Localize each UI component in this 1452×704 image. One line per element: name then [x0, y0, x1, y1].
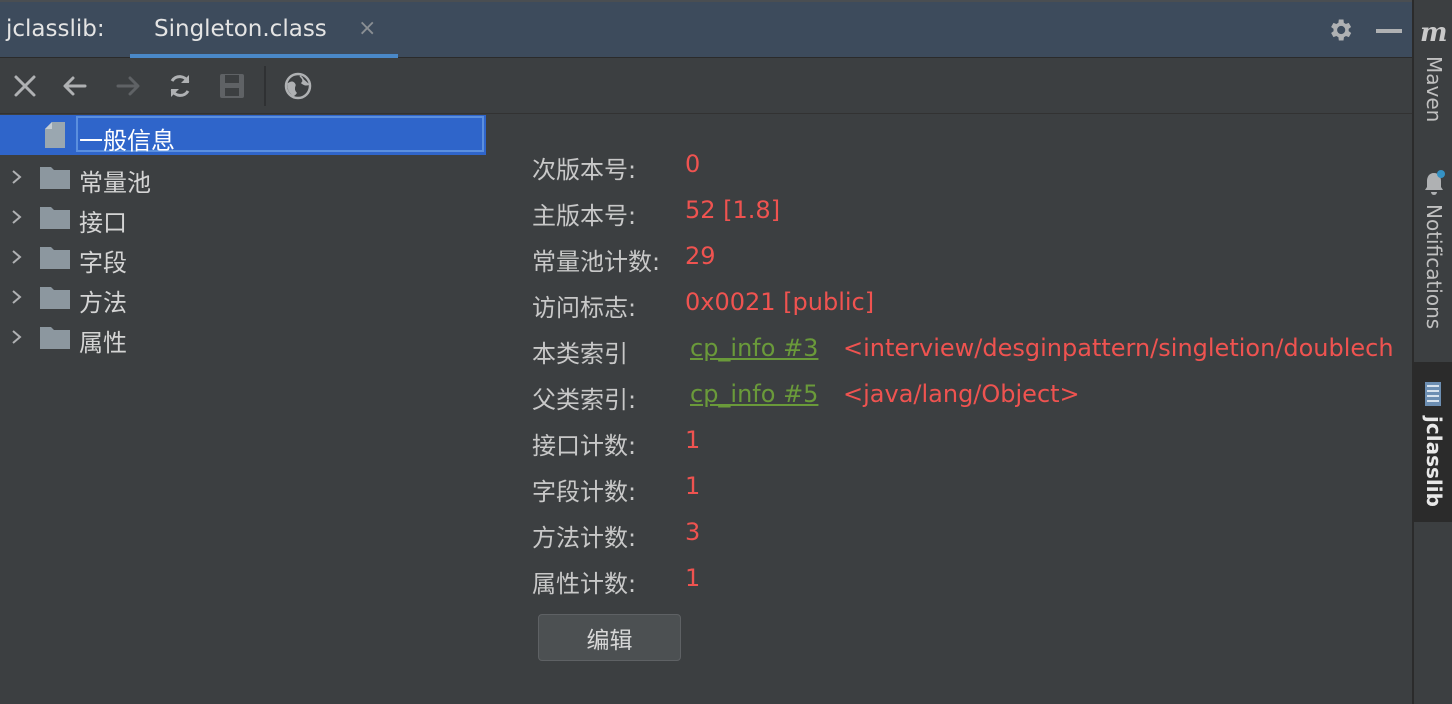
maven-icon: m: [1420, 18, 1448, 48]
fields-count-row: 字段计数: 1: [532, 464, 1412, 506]
field-label: 方法计数:: [532, 524, 637, 552]
forward-arrow-icon[interactable]: [113, 71, 143, 101]
chevron-right-icon[interactable]: [10, 289, 24, 305]
save-icon[interactable]: [217, 71, 247, 101]
toolbar-separator: [264, 66, 266, 106]
tree-item-general-info[interactable]: 一般信息: [0, 115, 490, 155]
notifications-label: Notifications: [1422, 204, 1446, 330]
tree-item-label: 接口: [79, 209, 127, 237]
tree-item-fields[interactable]: 字段: [0, 237, 490, 277]
jclasslib-label: jclasslib: [1422, 416, 1446, 507]
folder-icon: [40, 167, 70, 189]
tree-item-methods[interactable]: 方法: [0, 277, 490, 317]
minor-version-row: 次版本号: 0: [532, 142, 1412, 184]
tree-item-label: 方法: [79, 289, 127, 317]
tree-item-label: 属性: [79, 329, 127, 357]
field-value: 52 [1.8]: [685, 196, 781, 224]
tab-singleton-class[interactable]: Singleton.class ×: [130, 2, 398, 58]
minimize-icon[interactable]: [1376, 29, 1402, 33]
cp-info-link[interactable]: cp_info #3: [690, 334, 818, 362]
field-label: 字段计数:: [532, 478, 637, 506]
maven-tool-button[interactable]: m Maven: [1414, 0, 1452, 140]
field-value: 3: [685, 518, 701, 546]
tree-item-interfaces[interactable]: 接口: [0, 197, 490, 237]
field-label: 访问标志:: [532, 294, 637, 322]
tool-window-header: jclasslib: Singleton.class ×: [0, 0, 1412, 58]
tab-close-icon[interactable]: ×: [358, 16, 376, 41]
attributes-count-row: 属性计数: 1: [532, 556, 1412, 598]
folder-icon: [40, 287, 70, 309]
field-label: 常量池计数:: [532, 248, 661, 276]
interfaces-count-row: 接口计数: 1: [532, 418, 1412, 460]
field-value: 29: [685, 242, 716, 270]
jclasslib-icon: [1425, 382, 1441, 406]
tree-item-label: 一般信息: [79, 127, 175, 155]
super-class-row: 父类索引: cp_info #5 <java/lang/Object>: [532, 372, 1412, 414]
toolbar: [0, 58, 1412, 114]
field-label: 父类索引:: [532, 386, 637, 414]
notifications-tool-button[interactable]: Notifications: [1414, 160, 1452, 350]
file-icon: [45, 122, 65, 148]
maven-label: Maven: [1422, 56, 1446, 123]
field-label: 主版本号:: [532, 202, 637, 230]
close-icon[interactable]: [10, 71, 40, 101]
field-label: 本类索引: [532, 340, 628, 368]
tool-window-title: jclasslib:: [6, 16, 105, 42]
folder-icon: [40, 247, 70, 269]
back-arrow-icon[interactable]: [60, 71, 90, 101]
field-value: 1: [685, 472, 701, 500]
field-value: <java/lang/Object>: [843, 380, 1080, 408]
field-value: 1: [685, 426, 701, 454]
class-structure-tree: 一般信息 常量池 接口 字段 方法 属性: [0, 115, 490, 704]
jclasslib-tool-window: jclasslib: Singleton.class × 一般信息 常量池 接口…: [0, 0, 1452, 704]
header-actions: [1326, 16, 1402, 44]
general-info-panel: 次版本号: 0 主版本号: 52 [1.8] 常量池计数: 29 访问标志: 0…: [532, 142, 1412, 682]
chevron-right-icon[interactable]: [10, 209, 24, 225]
tree-item-constant-pool[interactable]: 常量池: [0, 157, 490, 197]
field-value: 1: [685, 564, 701, 592]
field-value: <interview/desginpattern/singletion/doub…: [843, 334, 1394, 362]
browser-icon[interactable]: [283, 71, 313, 101]
field-value: 0x0021 [public]: [685, 288, 875, 316]
constant-pool-count-row: 常量池计数: 29: [532, 234, 1412, 276]
cp-info-link[interactable]: cp_info #5: [690, 380, 818, 408]
field-label: 属性计数:: [532, 570, 637, 598]
tree-item-label: 常量池: [79, 169, 151, 197]
jclasslib-tool-button[interactable]: jclasslib: [1414, 362, 1452, 522]
tab-label: Singleton.class: [154, 16, 327, 42]
chevron-right-icon[interactable]: [10, 249, 24, 265]
chevron-right-icon[interactable]: [10, 169, 24, 185]
field-label: 次版本号:: [532, 156, 637, 184]
refresh-icon[interactable]: [165, 71, 195, 101]
folder-icon: [40, 327, 70, 349]
chevron-right-icon[interactable]: [10, 329, 24, 345]
gear-icon[interactable]: [1326, 16, 1354, 44]
edit-button[interactable]: 编辑: [538, 614, 681, 661]
methods-count-row: 方法计数: 3: [532, 510, 1412, 552]
right-tool-strip: m Maven Notifications jclasslib: [1412, 0, 1452, 704]
this-class-row: 本类索引 cp_info #3 <interview/desginpattern…: [532, 326, 1412, 368]
field-value: 0: [685, 150, 701, 178]
bell-icon: [1425, 170, 1445, 195]
major-version-row: 主版本号: 52 [1.8]: [532, 188, 1412, 230]
access-flags-row: 访问标志: 0x0021 [public]: [532, 280, 1412, 322]
tree-item-label: 字段: [79, 249, 127, 277]
tree-item-attributes[interactable]: 属性: [0, 317, 490, 357]
field-label: 接口计数:: [532, 432, 637, 460]
folder-icon: [40, 207, 70, 229]
